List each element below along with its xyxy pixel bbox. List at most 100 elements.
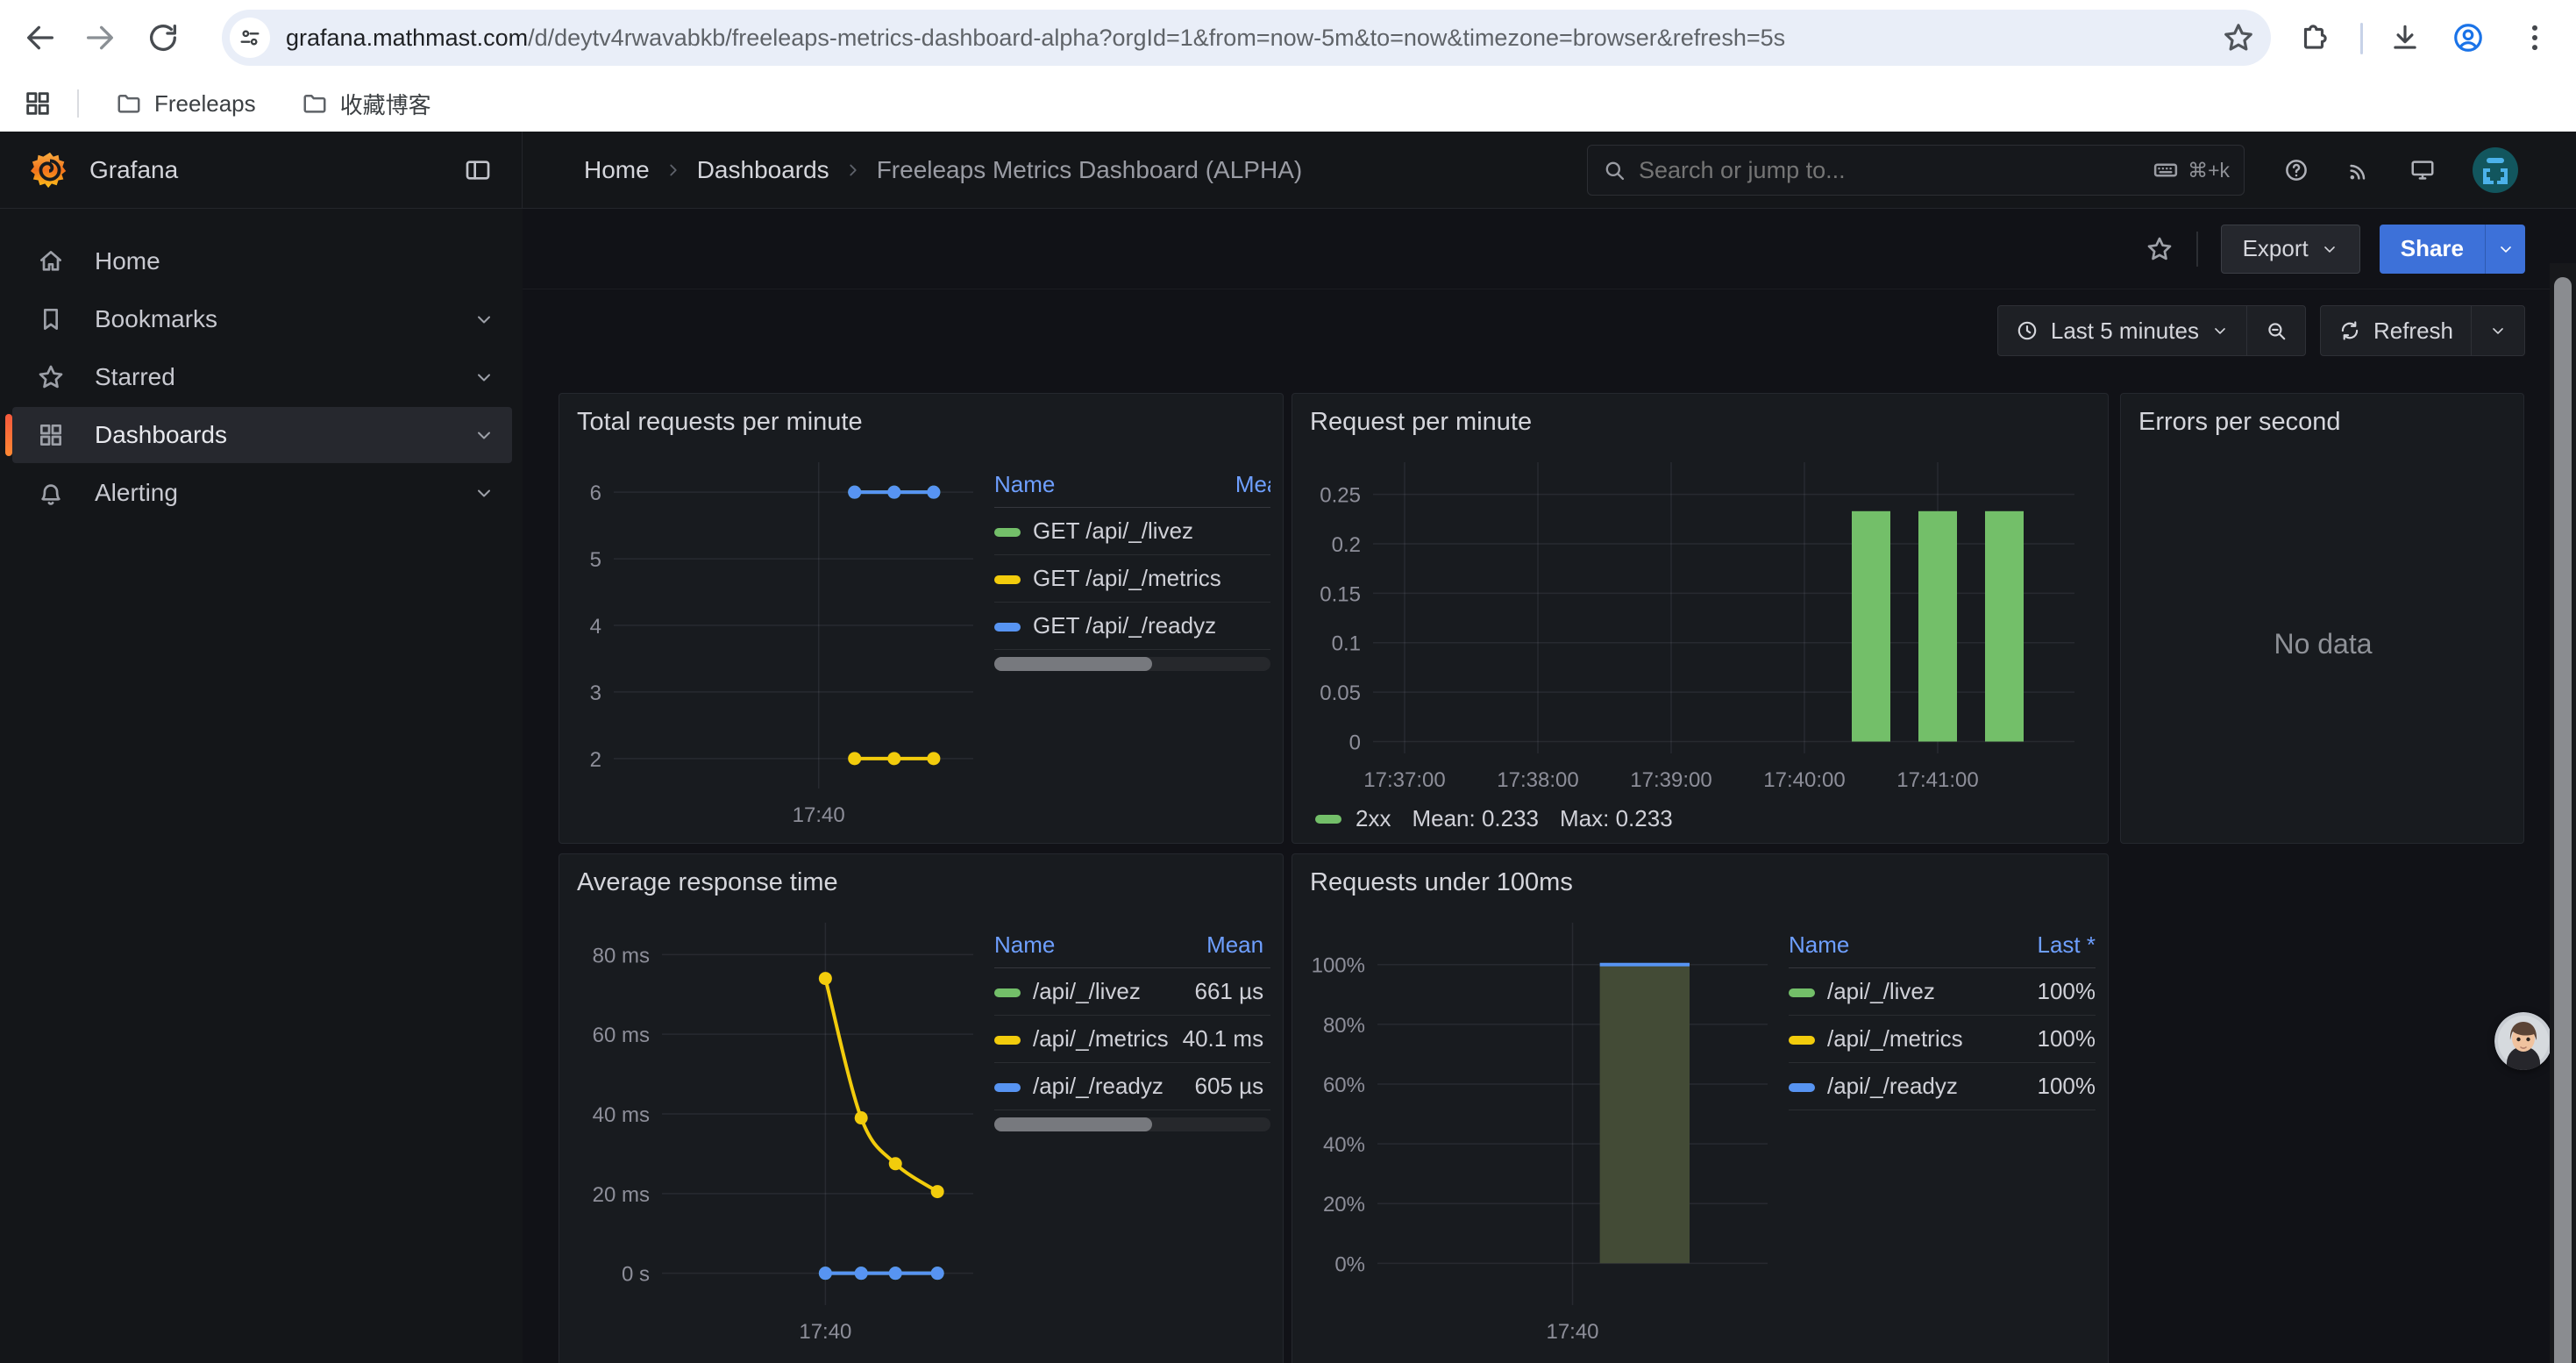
bar-chart[interactable]: 0.250.20.150.10.05017:37:0017:38:0017:39… <box>1303 450 2083 797</box>
scrollbar-thumb[interactable] <box>2554 277 2572 1363</box>
bookmark-star-icon[interactable] <box>2222 21 2255 54</box>
legend-column-header[interactable]: Mean <box>1221 466 1270 508</box>
mega-menu-toggle-icon[interactable] <box>464 156 492 184</box>
legend-series-name: GET /api/_/livez <box>994 508 1221 555</box>
panel-title[interactable]: Request per minute <box>1292 394 2108 437</box>
legend-row[interactable]: /api/_/livez661 µs646 <box>994 968 1270 1016</box>
assistant-avatar[interactable] <box>2494 1012 2552 1070</box>
legend-row[interactable]: GET /api/_/readyz6 <box>994 603 1270 650</box>
svg-text:0.2: 0.2 <box>1332 533 1361 557</box>
browser-menu-icon[interactable] <box>2518 21 2551 54</box>
monitor-icon[interactable] <box>2409 157 2436 183</box>
grafana-logo-icon[interactable] <box>30 150 70 190</box>
legend-row[interactable]: /api/_/livez100% <box>1789 968 2096 1016</box>
svg-text:0%: 0% <box>1334 1252 1365 1276</box>
legend-row[interactable]: GET /api/_/metrics2 <box>994 555 1270 603</box>
browser-forward-icon[interactable] <box>82 20 117 55</box>
breadcrumb-home[interactable]: Home <box>584 156 650 184</box>
legend-row[interactable]: GET /api/_/livez6 <box>994 508 1270 555</box>
legend-column-header[interactable]: Name <box>1789 926 2005 968</box>
browser-back-icon[interactable] <box>23 20 58 55</box>
timeseries-chart[interactable]: 6543217:40 <box>570 450 982 832</box>
timeseries-chart[interactable]: 80 ms60 ms40 ms20 ms0 s17:40 <box>570 910 982 1349</box>
sidebar-item-alerting[interactable]: Alerting <box>12 465 512 521</box>
sidebar-item-starred[interactable]: Starred <box>12 349 512 405</box>
screen: grafana.mathmast.com/d/deytv4rwavabkb/fr… <box>0 0 2576 1363</box>
refresh-button[interactable]: Refresh <box>2321 306 2471 355</box>
svg-text:17:40: 17:40 <box>1546 1320 1598 1344</box>
news-rss-icon[interactable] <box>2346 157 2373 183</box>
share-button[interactable]: Share <box>2380 225 2485 274</box>
legend-scrollbar[interactable] <box>994 1117 1270 1131</box>
address-bar[interactable]: grafana.mathmast.com/d/deytv4rwavabkb/fr… <box>222 10 2271 66</box>
zoom-out-button[interactable] <box>2247 306 2305 355</box>
export-button[interactable]: Export <box>2221 225 2360 274</box>
refresh-group: Refresh <box>2320 305 2525 356</box>
panel-request-per-minute: Request per minute 0.250.20.150.10.05017… <box>1292 393 2109 844</box>
sidebar-item-dashboards[interactable]: Dashboards <box>12 407 512 463</box>
area-chart[interactable]: 100%80%60%40%20%0%17:40 <box>1303 910 1776 1349</box>
panel-title[interactable]: Errors per second <box>2121 394 2523 437</box>
browser-reload-icon[interactable] <box>146 20 181 55</box>
chevron-down-icon[interactable] <box>473 309 495 330</box>
help-icon[interactable] <box>2283 157 2309 183</box>
url-domain: grafana.mathmast.com <box>286 25 528 51</box>
legend-column-header[interactable]: Las <box>1263 926 1270 968</box>
legend-swatch <box>994 575 1021 584</box>
svg-text:0.25: 0.25 <box>1320 484 1361 508</box>
url-text[interactable]: grafana.mathmast.com/d/deytv4rwavabkb/fr… <box>286 25 2222 52</box>
legend-row[interactable]: /api/_/metrics40.1 ms20.5 m <box>994 1016 1270 1063</box>
svg-text:17:40:00: 17:40:00 <box>1763 768 1845 792</box>
sidebar-item-bookmarks[interactable]: Bookmarks <box>12 291 512 347</box>
time-range-button[interactable]: Last 5 minutes <box>1998 306 2246 355</box>
bookmark-folder-blogs[interactable]: 收藏博客 <box>288 81 445 127</box>
legend-row[interactable]: /api/_/readyz605 µs620 <box>994 1063 1270 1110</box>
time-controls: Last 5 minutes Refresh <box>1997 305 2525 356</box>
svg-text:80 ms: 80 ms <box>593 944 650 967</box>
panel-title[interactable]: Average response time <box>559 854 1283 897</box>
legend-swatch <box>1789 1083 1815 1092</box>
sidebar-item-label: Bookmarks <box>95 305 217 333</box>
svg-text:20%: 20% <box>1323 1193 1365 1217</box>
scrollbar-track[interactable] <box>2550 263 2576 1363</box>
bookmark-folder-freeleaps[interactable]: Freeleaps <box>102 83 270 125</box>
chevron-down-icon[interactable] <box>473 482 495 503</box>
svg-text:0.1: 0.1 <box>1332 632 1361 656</box>
downloads-icon[interactable] <box>2388 21 2422 54</box>
chevron-down-icon[interactable] <box>473 367 495 388</box>
legend-swatch <box>1789 1036 1815 1045</box>
site-settings-icon[interactable] <box>230 18 270 58</box>
grafana-brand-area: Grafana <box>0 132 523 208</box>
chevron-right-icon <box>664 161 683 180</box>
chevron-down-icon[interactable] <box>473 425 495 446</box>
legend-column-header[interactable]: Name <box>994 466 1221 508</box>
user-avatar[interactable] <box>2473 147 2518 193</box>
sidebar-item-home[interactable]: Home <box>12 233 512 289</box>
panel-title[interactable]: Requests under 100ms <box>1292 854 2108 897</box>
legend-value: 2 <box>1221 555 1270 603</box>
search-box[interactable]: ⌘+k <box>1587 145 2245 196</box>
browser-profile-icon[interactable] <box>2451 21 2485 54</box>
extensions-icon[interactable] <box>2297 21 2330 54</box>
panel-title[interactable]: Total requests per minute <box>559 394 1283 437</box>
breadcrumb-dashboards[interactable]: Dashboards <box>697 156 829 184</box>
legend-series-name: /api/_/livez <box>994 968 1169 1016</box>
breadcrumb: Home Dashboards Freeleaps Metrics Dashbo… <box>584 156 1302 184</box>
legend-column-header[interactable]: Name <box>994 926 1169 968</box>
apps-grid-icon[interactable] <box>23 89 53 118</box>
svg-text:3: 3 <box>590 682 601 705</box>
dashboard-canvas: Last 5 minutes Refresh <box>523 289 2576 1363</box>
legend-column-header[interactable]: Last * <box>2005 926 2096 968</box>
legend-column-header[interactable]: Mean <box>1169 926 1264 968</box>
favorite-star-icon[interactable] <box>2145 235 2174 263</box>
legend-scrollbar[interactable] <box>994 657 1270 671</box>
bookmark-folder-label: Freeleaps <box>154 90 256 118</box>
search-input[interactable] <box>1639 157 2153 184</box>
refresh-interval-button[interactable] <box>2472 306 2524 355</box>
svg-text:17:40: 17:40 <box>793 803 845 827</box>
legend-row[interactable]: /api/_/metrics100% <box>1789 1016 2096 1063</box>
svg-text:17:40: 17:40 <box>799 1320 851 1344</box>
legend-row[interactable]: /api/_/readyz100% <box>1789 1063 2096 1110</box>
share-menu-button[interactable] <box>2485 225 2525 274</box>
legend-series-label[interactable]: 2xx <box>1356 805 1391 832</box>
